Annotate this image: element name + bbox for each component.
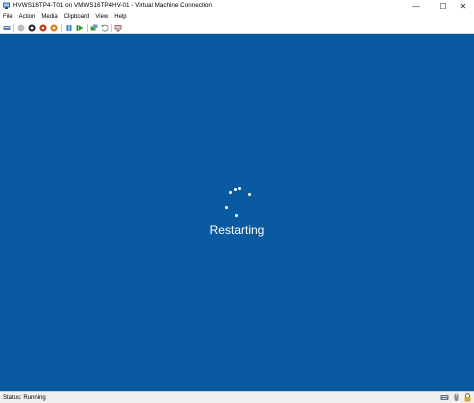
lock-icon (464, 393, 471, 402)
loading-spinner-icon (220, 184, 260, 224)
toolbar-separator (13, 24, 14, 32)
spinner-dot (238, 187, 241, 190)
menu-action[interactable]: Action (19, 12, 36, 22)
status-text: Status: Running (3, 395, 46, 401)
turn-off-icon[interactable] (28, 24, 36, 32)
shut-down-icon[interactable] (39, 24, 47, 32)
toolbar-separator (87, 24, 88, 32)
spinner-dot (234, 188, 237, 191)
reset-icon[interactable] (76, 24, 84, 32)
revert-icon[interactable] (101, 24, 109, 32)
vm-connection-app-icon (3, 2, 10, 9)
mouse-icon (454, 393, 459, 401)
title-bar[interactable]: HVWS16TP4-T01 on VMWS16TP4HV-01 - Virtua… (0, 0, 474, 12)
spinner-dot (225, 206, 228, 209)
spinner-dot (235, 214, 238, 217)
toolbar (0, 22, 474, 34)
maximize-icon: ☐ (439, 1, 447, 11)
menu-help[interactable]: Help (114, 12, 126, 22)
menu-view[interactable]: View (95, 12, 108, 22)
restarting-message: Restarting (209, 223, 265, 237)
menu-clipboard[interactable]: Clipboard (64, 12, 90, 22)
status-bar: Status: Running (0, 391, 474, 403)
spinner-dot (229, 191, 232, 194)
spinner-dot (248, 193, 251, 196)
enhanced-session-icon[interactable] (114, 24, 122, 32)
menu-bar: File Action Media Clipboard View Help (0, 12, 474, 22)
vm-display[interactable]: Restarting (0, 34, 474, 391)
start-icon[interactable] (17, 24, 25, 32)
minimize-button[interactable]: — (404, 0, 428, 12)
toolbar-separator (61, 24, 62, 32)
minimize-icon: — (412, 1, 420, 11)
close-button[interactable]: ✕ (452, 0, 474, 12)
close-icon: ✕ (459, 1, 467, 11)
toolbar-separator (111, 24, 112, 32)
pause-icon[interactable] (65, 24, 73, 32)
ctrl-alt-del-icon[interactable] (3, 24, 11, 32)
window-title: HVWS16TP4-T01 on VMWS16TP4HV-01 - Virtua… (13, 2, 213, 9)
menu-media[interactable]: Media (41, 12, 57, 22)
menu-file[interactable]: File (3, 12, 13, 22)
keyboard-icon (440, 395, 449, 400)
checkpoint-icon[interactable] (90, 24, 98, 32)
save-icon[interactable] (50, 24, 58, 32)
